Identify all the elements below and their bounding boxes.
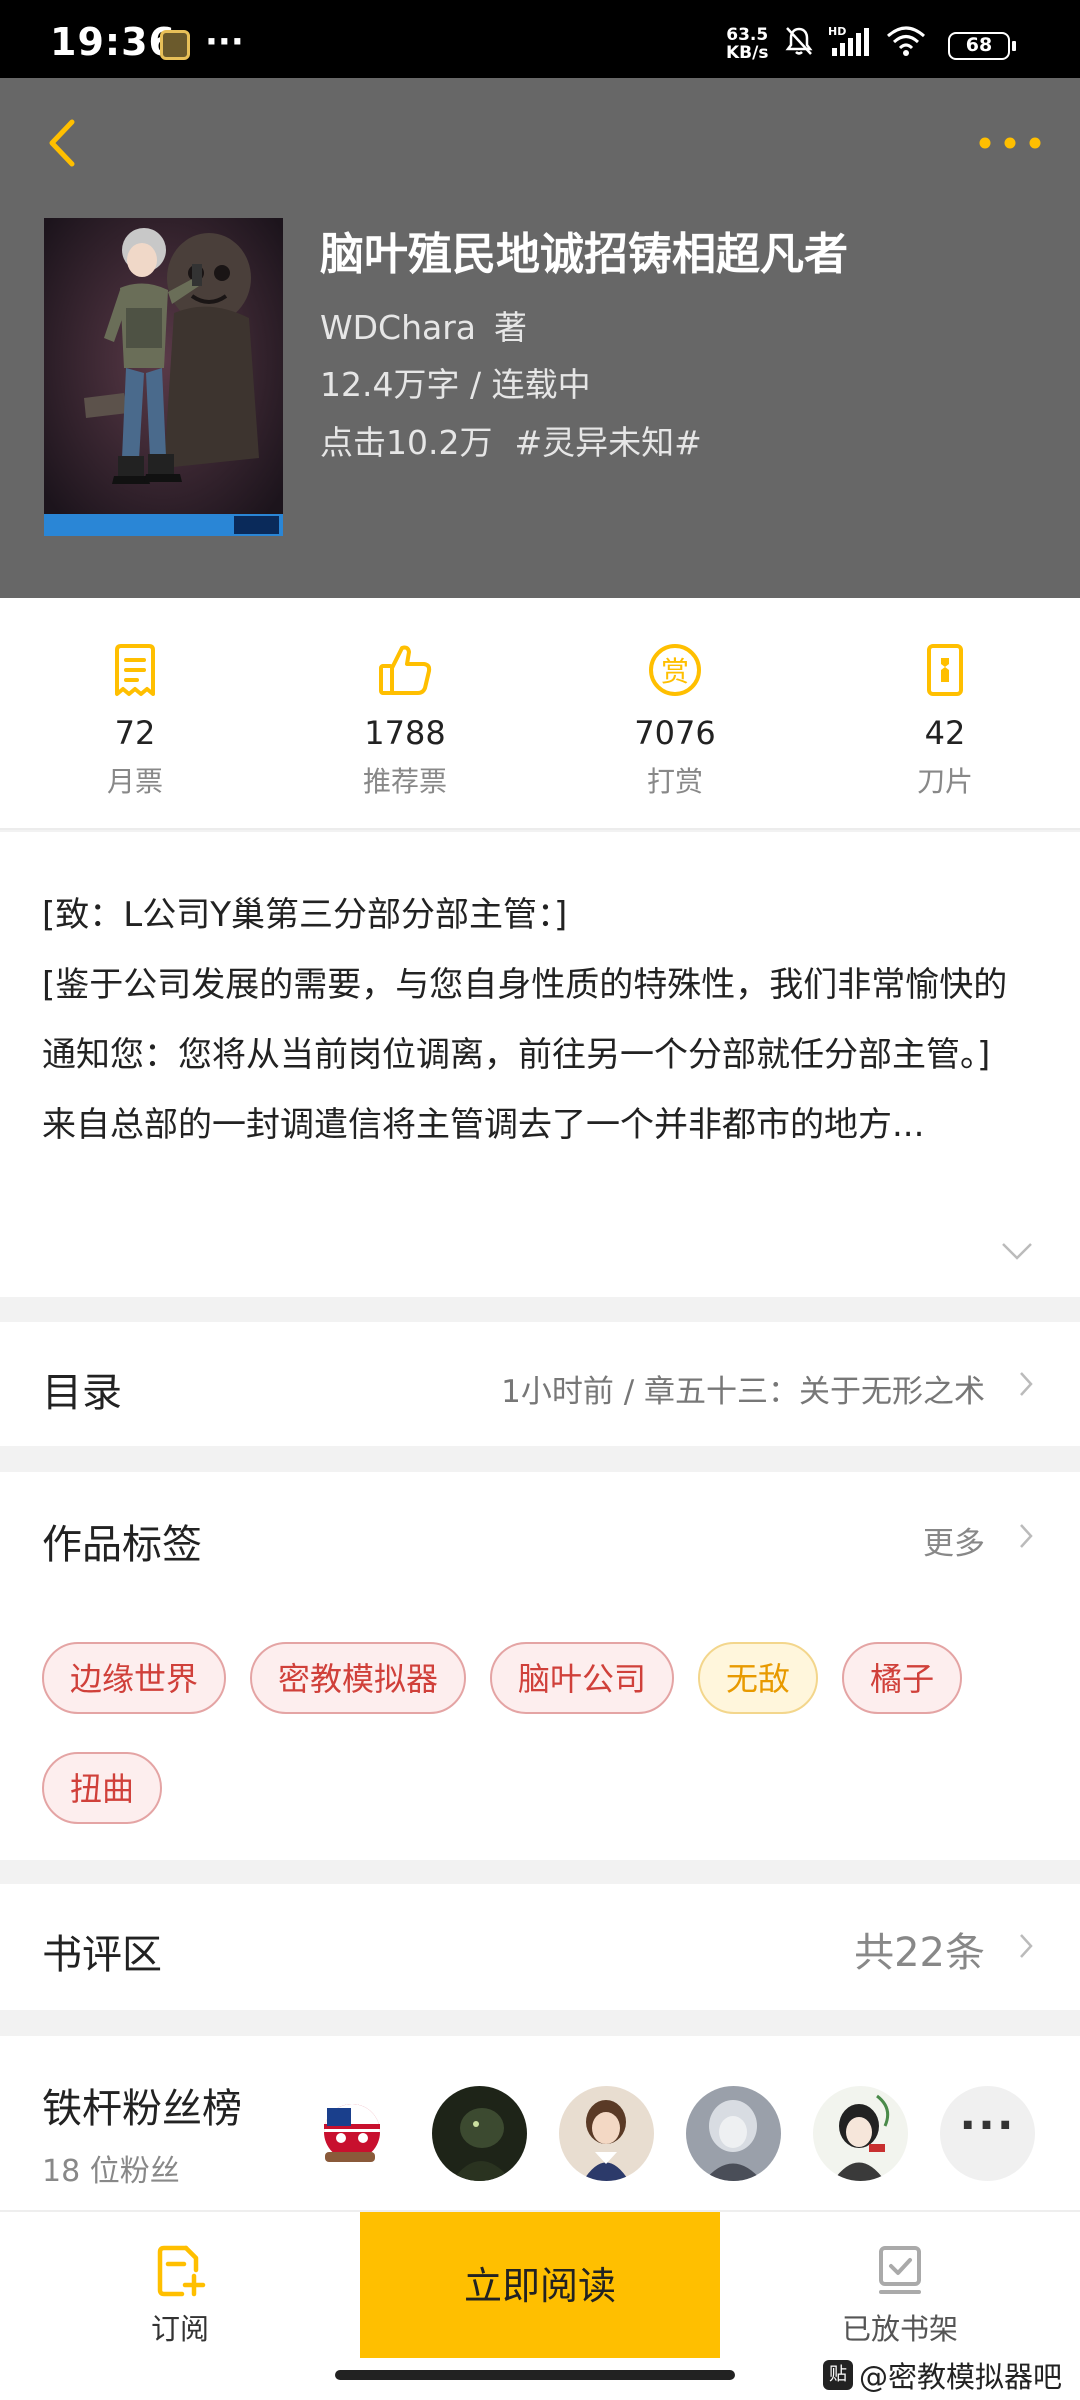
book-description[interactable]: [致：L公司Y巢第三分部分部主管：] [鉴于公司发展的需要，与您自身性质的特殊性… — [0, 832, 1080, 1297]
svg-text:赏: 赏 — [661, 655, 689, 688]
back-button[interactable] — [40, 108, 90, 178]
tag-chip[interactable]: 边缘世界 — [42, 1642, 227, 1714]
tag-chip[interactable]: 无敌 — [698, 1642, 819, 1714]
reviews-count: 共22条 — [854, 1930, 985, 1976]
chevron-right-icon — [1020, 1524, 1033, 1548]
avatar[interactable] — [305, 2086, 400, 2181]
tag-chip[interactable]: 橘子 — [842, 1642, 963, 1714]
avatar[interactable] — [432, 2086, 527, 2181]
bookshelf-label: 已放书架 — [841, 2312, 958, 2346]
wifi-icon — [887, 26, 925, 56]
fan-ranking-row[interactable]: 铁杆粉丝榜 18 位粉丝 ··· — [0, 2036, 1080, 2211]
gallery-notification-icon — [160, 30, 190, 60]
signal-icon: HD — [828, 25, 869, 56]
system-nav-bar: 贴 @密教模拟器吧 — [0, 2358, 1080, 2400]
network-speed: 63.5 KB/s — [726, 26, 768, 62]
subscribe-button[interactable]: 订阅 — [0, 2212, 360, 2360]
tag-chip[interactable]: 脑叶公司 — [490, 1642, 675, 1714]
avatar[interactable] — [813, 2086, 908, 2181]
fans-count: 18 位粉丝 — [42, 2154, 180, 2189]
table-of-contents-row[interactable]: 目录 1小时前 / 章五十三：关于无形之术 — [0, 1322, 1080, 1446]
watermark: 贴 @密教模拟器吧 — [822, 2354, 1062, 2396]
bookshelf-check-icon — [879, 2246, 921, 2294]
latest-chapter: 1小时前 / 章五十三：关于无形之术 — [501, 1374, 985, 1410]
battery-indicator: 68 — [948, 32, 1016, 60]
author-name: WDChara — [320, 308, 477, 347]
book-cover-illustration — [44, 218, 283, 536]
metric-label: 打赏 — [646, 765, 703, 798]
tieba-logo-icon: 贴 — [822, 2360, 853, 2390]
network-speed-value: 63.5 — [726, 25, 769, 45]
metric-value: 42 — [924, 714, 966, 752]
description-line: [鉴于公司发展的需要，与您自身性质的特殊性，我们非常愉快的通知您：您将从当前岗位… — [42, 965, 1008, 1075]
metric-value: 7076 — [634, 714, 716, 752]
status-bar: 19:36 ··· 63.5 KB/s HD 68 — [0, 0, 1080, 78]
chevron-right-icon — [1020, 1934, 1033, 1958]
network-speed-unit: KB/s — [726, 43, 769, 63]
mute-bell-icon — [785, 27, 813, 55]
book-author[interactable]: WDChara 著 — [320, 301, 527, 349]
book-reviews-row[interactable]: 书评区 共22条 — [0, 1884, 1080, 2010]
book-cover[interactable] — [44, 218, 283, 536]
metric-blade[interactable]: 42 刀片 — [810, 598, 1080, 828]
blade-icon — [927, 644, 963, 696]
book-header: 脑叶殖民地诚招铸相超凡者 WDChara 著 12.4万字 / 连载中 点击10.… — [0, 78, 1080, 598]
subscribe-label: 订阅 — [150, 2312, 209, 2346]
description-line: [致：L公司Y巢第三分部分部主管：] — [42, 895, 568, 935]
reward-coin-icon: 赏 — [649, 644, 701, 696]
book-title: 脑叶殖民地诚招铸相超凡者 — [320, 229, 848, 280]
bookshelf-button[interactable]: 已放书架 — [720, 2212, 1080, 2360]
genre-tag[interactable]: #灵异未知# — [514, 423, 701, 462]
metric-recommend-ticket[interactable]: 1788 推荐票 — [270, 598, 540, 828]
tags-title: 作品标签 — [42, 1522, 202, 1568]
tags-more-button[interactable]: 更多 — [923, 1518, 985, 1563]
fans-title: 铁杆粉丝榜 — [42, 2086, 242, 2132]
metric-value: 72 — [114, 714, 156, 752]
description-line: 来自总部的一封调遣信将主管调去了一个并非都市的地方... — [42, 1105, 925, 1145]
tag-chip[interactable]: 扭曲 — [42, 1752, 163, 1824]
bottom-action-bar: 订阅 立即阅读 已放书架 — [0, 2210, 1080, 2360]
metrics-row: 72 月票 1788 推荐票 赏 7076 打赏 42 刀片 — [0, 598, 1080, 830]
metric-label: 刀片 — [916, 765, 973, 798]
tag-chip[interactable]: 密教模拟器 — [250, 1642, 467, 1714]
metric-label: 月票 — [106, 765, 163, 798]
svg-text:HD: HD — [828, 25, 846, 38]
more-fans-button[interactable]: ··· — [940, 2086, 1035, 2181]
expand-chevron-icon[interactable] — [1000, 1240, 1034, 1262]
book-word-count-status: 12.4万字 / 连载中 — [320, 365, 591, 404]
work-tags-section: 作品标签 更多 边缘世界 密教模拟器 脑叶公司 无敌 橘子 扭曲 — [0, 1472, 1080, 1860]
metric-value: 1788 — [364, 714, 446, 752]
toc-title: 目录 — [42, 1370, 122, 1416]
book-extra-info: 点击10.2万 #灵异未知# — [320, 416, 702, 464]
read-now-button[interactable]: 立即阅读 — [360, 2212, 720, 2360]
fan-avatars: ··· — [305, 2086, 1035, 2181]
click-count: 点击10.2万 — [320, 423, 493, 462]
reviews-title: 书评区 — [42, 1932, 162, 1978]
chevron-right-icon — [1020, 1372, 1033, 1396]
metric-label: 推荐票 — [362, 765, 447, 798]
more-options-button[interactable] — [975, 118, 1045, 168]
avatar[interactable] — [559, 2086, 654, 2181]
watermark-text: @密教模拟器吧 — [858, 2360, 1062, 2394]
status-time: 19:36 — [50, 20, 176, 64]
avatar[interactable] — [686, 2086, 781, 2181]
status-icons: HD — [782, 24, 928, 58]
home-indicator[interactable] — [335, 2370, 735, 2380]
author-suffix: 著 — [494, 308, 528, 347]
thumbs-up-icon — [379, 645, 432, 695]
tag-list: 边缘世界 密教模拟器 脑叶公司 无敌 橘子 扭曲 — [42, 1642, 1042, 1824]
subscribe-icon — [157, 2245, 206, 2297]
metric-reward[interactable]: 赏 7076 打赏 — [540, 598, 810, 828]
more-notifications-icon: ··· — [205, 22, 244, 62]
metric-monthly-ticket[interactable]: 72 月票 — [0, 598, 270, 828]
monthly-ticket-icon — [115, 644, 155, 696]
